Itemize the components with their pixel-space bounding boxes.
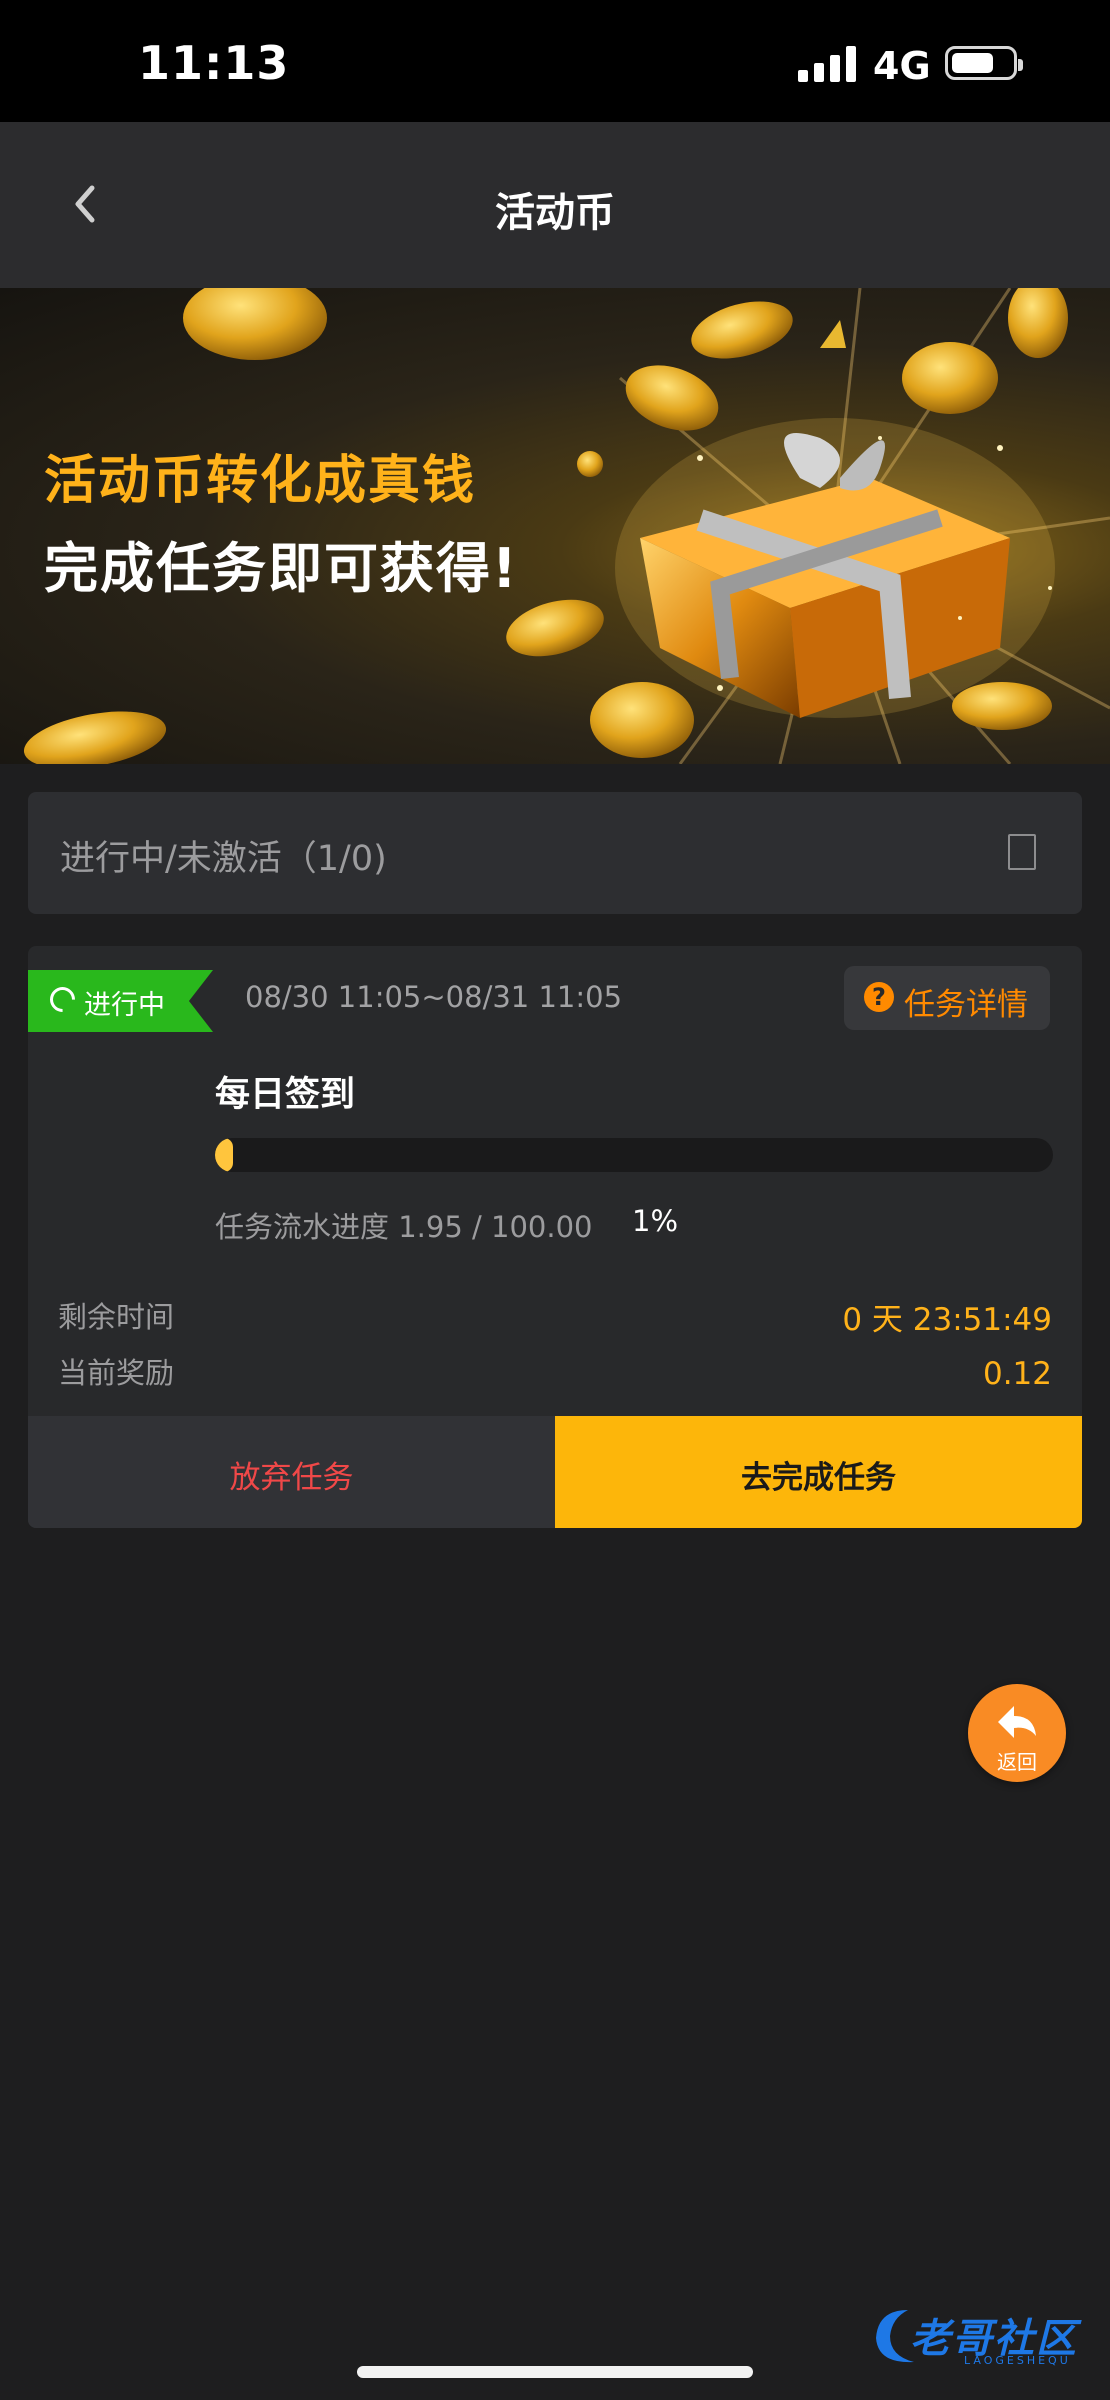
task-detail-label: 任务详情	[904, 987, 1028, 1023]
nav-header: 活动币	[0, 122, 1110, 288]
return-float-button[interactable]: 返回	[968, 1684, 1066, 1782]
abandon-task-label: 放弃任务	[229, 1460, 354, 1496]
banner-subheadline: 完成任务即可获得!	[44, 537, 519, 600]
page-title: 活动币	[495, 190, 615, 236]
complete-task-button[interactable]: 去完成任务	[555, 1416, 1082, 1528]
status-badge: 进行中	[28, 970, 213, 1032]
battery-icon	[945, 46, 1023, 80]
home-indicator[interactable]	[357, 2366, 753, 2378]
task-time-range: 08/30 11:05~08/31 11:05	[245, 980, 623, 1014]
banner-headline: 活动币转化成真钱	[44, 451, 477, 511]
progress-percent: 1%	[632, 1204, 679, 1238]
loading-icon	[44, 981, 81, 1018]
watermark-logo: 老哥社区 LAOGESHEQU	[868, 2296, 1108, 2376]
task-filter[interactable]: 进行中/未激活（1/0)	[28, 792, 1082, 914]
cellular-signal-icon	[798, 44, 858, 82]
complete-task-label: 去完成任务	[741, 1460, 896, 1496]
filter-label: 进行中/未激活（1/0)	[60, 839, 387, 879]
filter-checkbox[interactable]	[1008, 834, 1036, 870]
task-name: 每日签到	[215, 1075, 356, 1115]
task-card: 进行中 08/30 11:05~08/31 11:05 ? 任务详情 每日签到 …	[28, 946, 1082, 1528]
reward-label: 当前奖励	[58, 1356, 175, 1390]
status-badge-label: 进行中	[84, 990, 165, 1021]
network-type: 4G	[873, 44, 931, 88]
promo-banner: 活动币转化成真钱 完成任务即可获得!	[0, 288, 1110, 764]
question-icon: ?	[864, 982, 894, 1012]
watermark-subtext: LAOGESHEQU	[964, 2354, 1071, 2367]
task-progress-fill	[215, 1138, 233, 1172]
remaining-time-label: 剩余时间	[58, 1300, 175, 1334]
remaining-time-value: 0 天 23:51:49	[842, 1302, 1052, 1338]
return-label: 返回	[997, 1750, 1037, 1774]
progress-label: 任务流水进度 1.95 / 100.00	[215, 1210, 593, 1244]
reward-value: 0.12	[982, 1356, 1052, 1392]
status-time: 11:13	[138, 36, 290, 90]
task-detail-button[interactable]: ? 任务详情	[844, 966, 1050, 1030]
abandon-task-button[interactable]: 放弃任务	[28, 1416, 555, 1528]
task-progress-bar	[215, 1138, 1053, 1172]
status-bar: 11:13 4G	[0, 0, 1110, 122]
